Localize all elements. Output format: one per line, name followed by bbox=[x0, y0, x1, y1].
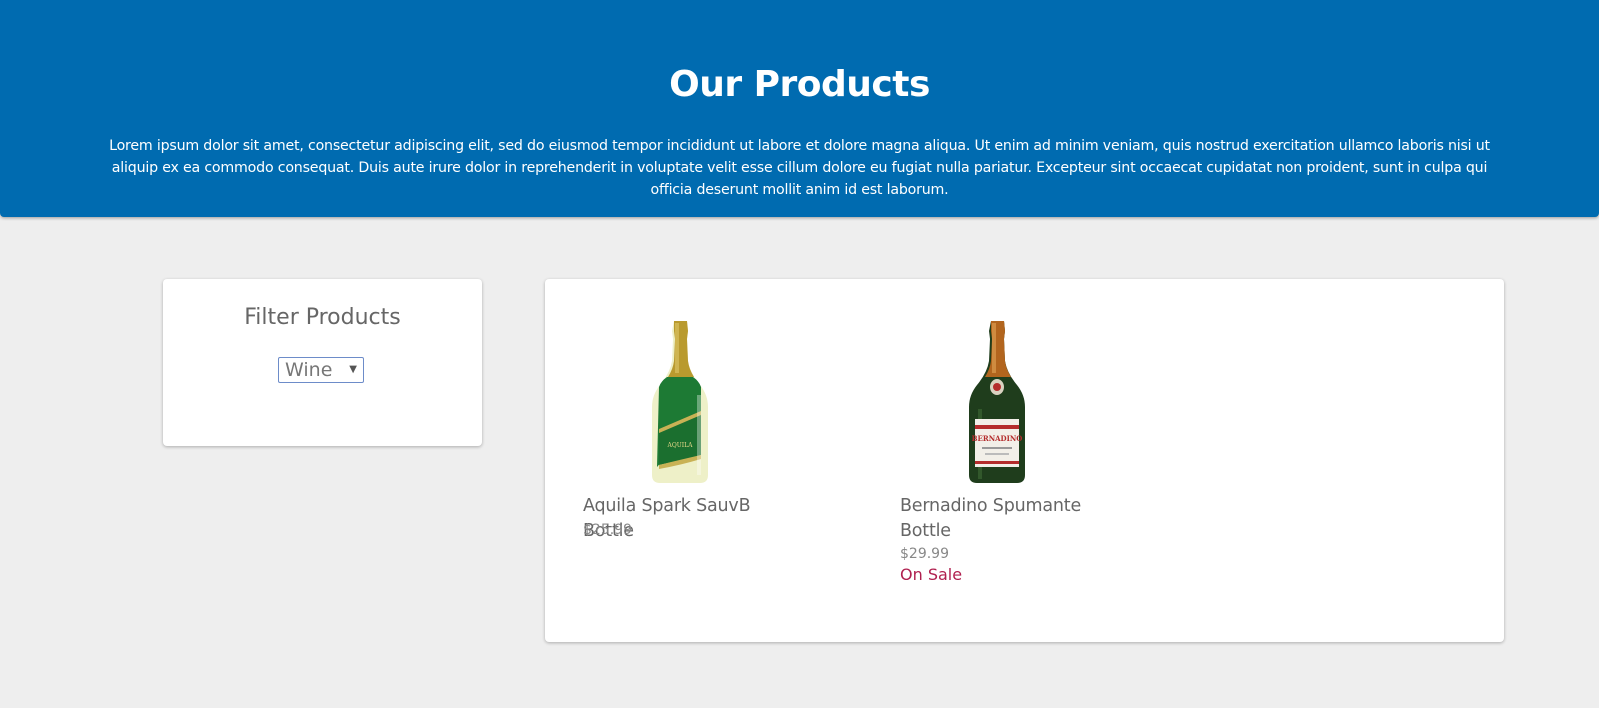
category-select-value: Wine bbox=[285, 359, 333, 381]
page-description: Lorem ipsum dolor sit amet, consectetur … bbox=[109, 138, 1490, 198]
page-header: Our Products Lorem ipsum dolor sit amet,… bbox=[0, 0, 1599, 217]
wine-bottle-aquila-icon[interactable]: AQUILA bbox=[635, 319, 725, 487]
filter-title: Filter Products bbox=[244, 305, 401, 330]
svg-text:BERNADINO: BERNADINO bbox=[972, 434, 1023, 443]
svg-text:AQUILA: AQUILA bbox=[667, 442, 694, 449]
page-title: Our Products bbox=[669, 64, 930, 105]
product-name[interactable]: Bernadino Spumante Bottle bbox=[900, 494, 1110, 544]
product-list: AQUILA Aquila Spark SauvB Bottle $25.99 bbox=[545, 279, 1504, 642]
on-sale-badge: On Sale bbox=[900, 565, 963, 584]
product-price: $29.99 bbox=[900, 546, 949, 562]
filter-card: Filter Products Wine ▼ bbox=[163, 279, 482, 446]
wine-bottle-bernadino-icon[interactable]: BERNADINO bbox=[952, 319, 1042, 487]
chevron-down-icon: ▼ bbox=[349, 364, 357, 375]
category-select[interactable]: Wine ▼ bbox=[278, 357, 364, 383]
product-price: $25.99 bbox=[583, 522, 632, 538]
